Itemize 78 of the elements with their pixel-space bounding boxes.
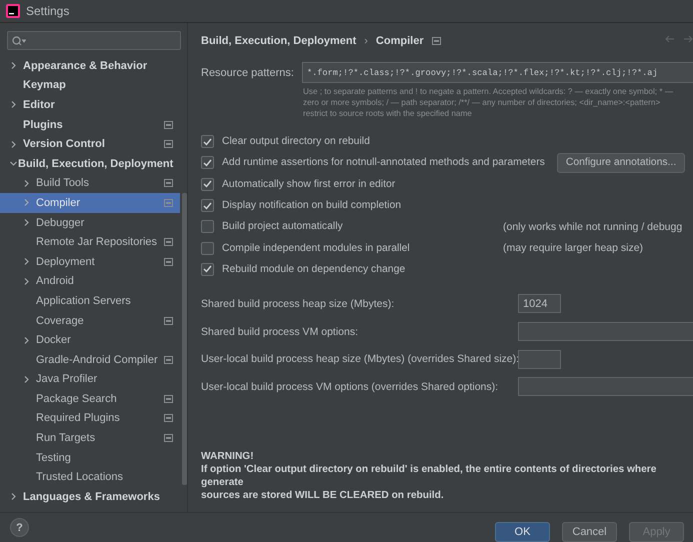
breadcrumb-separator: ›	[364, 35, 368, 47]
note-text: (only works while not running / debugg	[503, 220, 682, 233]
tree-item[interactable]: Testing	[0, 448, 180, 468]
field-label: User-local build process heap size (Mbytes) (overrides Shared size):	[201, 353, 518, 366]
app-logo-icon	[6, 4, 20, 18]
chevron-right-icon[interactable]	[23, 278, 30, 285]
field-label: Shared build process heap size (Mbytes):	[201, 298, 396, 310]
tree-item[interactable]: Appearance & Behavior	[0, 56, 180, 76]
checkbox[interactable]	[201, 199, 214, 212]
chevron-right-icon[interactable]	[23, 180, 30, 187]
breadcrumb-item: Build, Execution, Deployment	[201, 35, 356, 47]
tree-item[interactable]: Run Targets	[0, 428, 180, 448]
breadcrumb-current: Compiler	[376, 35, 424, 47]
tree-item[interactable]: Plugins	[0, 114, 180, 134]
tree-item[interactable]: Build, Execution, Deployment	[0, 154, 180, 174]
dialog-button[interactable]: OK	[495, 522, 550, 542]
chevron-right-icon[interactable]	[23, 336, 30, 344]
chevron-right-icon[interactable]	[10, 101, 17, 108]
tree-item[interactable]: Keymap	[0, 76, 180, 96]
resource-patterns-field[interactable]: *.form;!?*.class;!?*.groovy;!?*.scala;!?*.flex;!?*.kt;!?*.clj;!?*.aj	[302, 62, 693, 83]
checkbox[interactable]	[201, 156, 214, 170]
search-field[interactable]	[7, 31, 181, 50]
tree-item[interactable]: Coverage	[0, 310, 180, 330]
search-icon	[12, 36, 26, 46]
chevron-right-icon[interactable]	[10, 62, 17, 70]
tree-item[interactable]: Java Profiler	[0, 370, 180, 390]
chevron-right-icon[interactable]	[23, 258, 30, 266]
checkbox[interactable]	[201, 178, 214, 191]
checkbox-label[interactable]: Build project automatically	[222, 221, 343, 232]
hint-text: restrict to source roots with the specified name	[303, 108, 473, 119]
field-label: User-local build process VM options (overrides Shared options):	[201, 380, 500, 393]
tree-item[interactable]: Required Plugins	[0, 408, 180, 428]
input-field[interactable]	[518, 377, 693, 396]
input-field[interactable]: 1024	[518, 294, 561, 314]
checkbox-label[interactable]: Clear output directory on rebuild	[222, 136, 370, 148]
warning-title: WARNING!	[201, 450, 255, 463]
chevron-right-icon[interactable]	[23, 376, 30, 383]
tree-item[interactable]: Languages & Frameworks	[0, 487, 180, 507]
dialog-button[interactable]: Cancel	[562, 522, 617, 542]
chevron-right-icon[interactable]	[10, 493, 17, 500]
tree-item[interactable]: Application Servers	[0, 291, 180, 311]
tree-item[interactable]: Deployment	[0, 252, 180, 272]
checkbox-label[interactable]: Compile independent modules in parallel	[222, 242, 410, 254]
tree-item[interactable]: Compiler	[0, 193, 180, 213]
hint-text: Use ; to separate patterns and ! to negate a pattern. Accepted wildcards: ? — exactly one symbol; * —	[303, 86, 674, 97]
configure-button[interactable]: Configure annotations...	[556, 152, 686, 173]
checkbox-label[interactable]: Automatically show first error in editor	[222, 178, 396, 190]
chevron-right-icon[interactable]	[23, 219, 30, 226]
checkbox-label[interactable]: Display notification on build completion	[222, 200, 402, 212]
scrollbar[interactable]	[182, 193, 187, 485]
tree-item[interactable]: Android	[0, 272, 180, 292]
tree-item[interactable]: Remote Jar Repositories	[0, 232, 180, 252]
tree-item[interactable]: Build Tools	[0, 174, 180, 194]
hint-text: zero or more symbols; / — path separator; /**/ — any number of directories; <dir_name>:<pattern>	[303, 97, 662, 108]
tree-item[interactable]: Docker	[0, 330, 180, 350]
checkbox[interactable]	[201, 135, 214, 148]
help-button[interactable]: ?	[10, 518, 29, 537]
window-title: Settings	[26, 4, 70, 18]
tree-item[interactable]: Debugger	[0, 212, 180, 232]
tree-item[interactable]: Trusted Locations	[0, 467, 180, 488]
warning-text: sources are stored WILL BE CLEARED on rebuild.	[201, 489, 445, 502]
tree-item[interactable]: Package Search	[0, 389, 180, 409]
input-field[interactable]	[518, 322, 693, 342]
chevron-right-icon[interactable]	[10, 140, 17, 148]
checkbox[interactable]	[201, 220, 214, 234]
checkbox[interactable]	[201, 262, 214, 276]
chevron-down-icon[interactable]	[10, 160, 17, 168]
checkbox[interactable]	[201, 242, 214, 255]
field-label: Shared build process VM options:	[201, 326, 360, 338]
checkbox-label[interactable]: Add runtime assertions for notnull-annotated methods and parameters	[222, 157, 545, 168]
input-field[interactable]	[518, 350, 561, 369]
tree-item[interactable]: Gradle-Android Compiler	[0, 350, 180, 370]
tree-item[interactable]: Editor	[0, 95, 180, 115]
field-label: Resource patterns:	[201, 66, 294, 78]
project-icon	[432, 37, 441, 45]
note-text: (may require larger heap size)	[503, 242, 644, 254]
tree-item[interactable]: Version Control	[0, 134, 180, 154]
checkbox-label[interactable]: Rebuild module on dependency change	[222, 264, 406, 275]
